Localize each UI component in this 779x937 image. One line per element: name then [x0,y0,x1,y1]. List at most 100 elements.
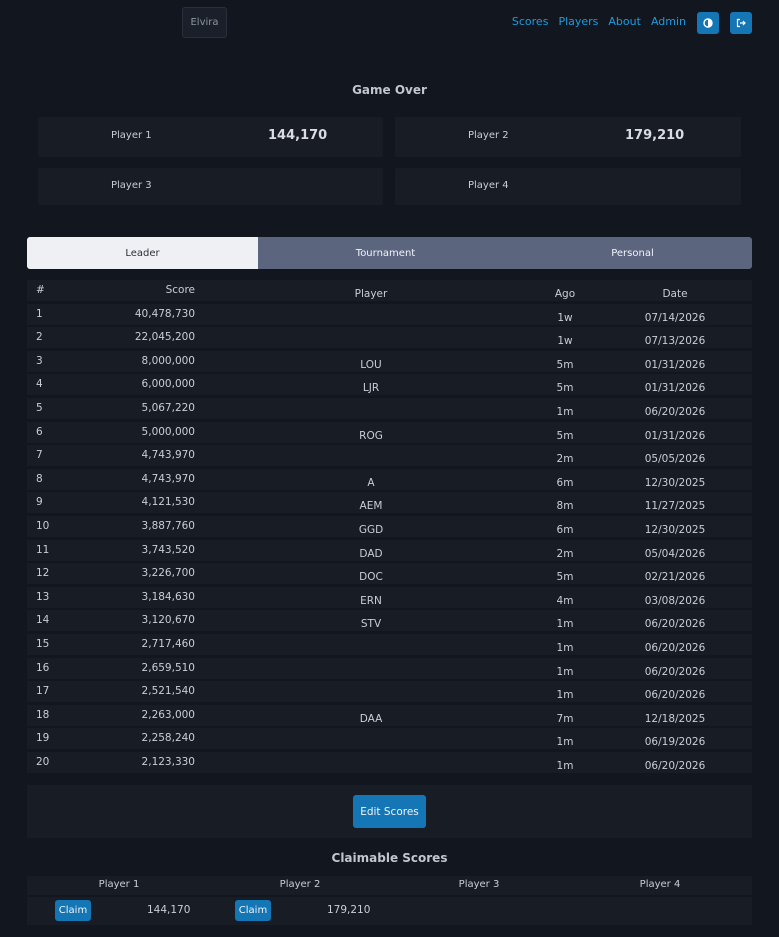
table-row: 13 3,184,630 ERN 4m 03/08/2026 [27,586,752,608]
player-name: Player 1 [111,130,152,141]
row-rank: 10 [36,519,50,532]
row-rank: 15 [36,637,50,650]
table-row: 14 3,120,670 STV 1m 06/20/2026 [27,610,752,632]
row-date: 11/27/2025 [644,500,706,513]
nav-players[interactable]: Players [558,15,598,28]
row-ago: 5m [556,358,574,371]
row-score: 3,226,700 [141,567,195,580]
row-score: 2,521,540 [141,685,195,698]
row-score: 2,258,240 [141,732,195,745]
row-rank: 9 [36,496,43,509]
row-ago: 5m [556,429,574,442]
row-ago: 2m [556,453,574,466]
row-ago: 1w [557,335,573,348]
row-score: 3,184,630 [141,590,195,603]
row-rank: 17 [36,685,50,698]
table-row: 7 4,743,970 2m 05/05/2026 [27,445,752,467]
row-score: 2,717,460 [141,637,195,650]
leaderboard-table: # Score Player Ago Date 1 40,478,730 1w 07/… [27,280,752,775]
row-date: 02/21/2026 [644,571,706,584]
row-date: 06/20/2026 [644,689,706,702]
row-date: 06/20/2026 [644,759,706,772]
row-date: 12/30/2025 [644,523,706,536]
row-ago: 1m [556,618,574,631]
row-score: 3,120,670 [141,614,195,627]
table-row: 2 22,045,200 1w 07/13/2026 [27,327,752,349]
header-ago: Ago [554,288,576,300]
main-nav: Scores Players About Admin [512,15,686,28]
edit-scores-button[interactable]: Edit Scores [353,795,426,828]
row-date: 07/14/2026 [644,311,706,324]
row-date: 06/20/2026 [644,641,706,654]
row-player: ERN [360,594,382,607]
row-rank: 16 [36,661,50,674]
row-date: 06/20/2026 [644,405,706,418]
machine-label[interactable]: Elvira [182,7,227,38]
tab-personal[interactable]: Personal [513,237,752,269]
claimable-header-row: Player 1 Player 2 Player 3 Player 4 [27,876,752,895]
row-ago: 1w [557,311,573,324]
claim-header-player-4: Player 4 [639,879,681,890]
player-name: Player 2 [468,130,509,141]
theme-toggle-button[interactable] [697,12,719,34]
row-rank: 11 [36,543,50,556]
logout-button[interactable] [730,12,752,34]
tab-leader[interactable]: Leader [27,237,258,269]
table-row: 12 3,226,700 DOC 5m 02/21/2026 [27,563,752,585]
player-card: Player 3 [38,168,383,205]
claim-score-player-2: 179,210 [327,904,371,916]
nav-scores[interactable]: Scores [512,15,549,28]
claim-header-player-3: Player 3 [458,879,500,890]
row-rank: 1 [36,307,43,320]
player-name: Player 4 [468,180,509,191]
row-score: 3,887,760 [141,519,195,532]
table-row: 15 2,717,460 1m 06/20/2026 [27,633,752,655]
row-rank: 3 [36,354,43,367]
player-card: Player 2 179,210 [395,117,741,157]
claim-button-player-2[interactable]: Claim [235,900,271,921]
row-ago: 7m [556,712,574,725]
row-score: 5,067,220 [141,401,195,414]
row-score: 8,000,000 [141,354,195,367]
header-date: Date [662,288,688,300]
table-row: 3 8,000,000 LOU 5m 01/31/2026 [27,350,752,372]
table-row: 10 3,887,760 GGD 6m 12/30/2025 [27,515,752,537]
row-date: 06/20/2026 [644,665,706,678]
table-row: 1 40,478,730 1w 07/14/2026 [27,303,752,325]
table-row: 11 3,743,520 DAD 2m 05/04/2026 [27,539,752,561]
table-row: 4 6,000,000 LJR 5m 01/31/2026 [27,374,752,396]
row-rank: 5 [36,401,43,414]
claimable-title: Claimable Scores [331,851,448,865]
claim-button-player-1[interactable]: Claim [55,900,91,921]
row-rank: 13 [36,590,50,603]
header-score: Score [165,284,195,296]
row-score: 6,000,000 [141,378,195,391]
row-date: 03/08/2026 [644,594,706,607]
row-score: 2,263,000 [141,708,195,721]
row-rank: 20 [36,755,50,768]
row-ago: 1m [556,665,574,678]
table-row: 17 2,521,540 1m 06/20/2026 [27,681,752,703]
nav-about[interactable]: About [608,15,641,28]
table-row: 5 5,067,220 1m 06/20/2026 [27,397,752,419]
row-ago: 6m [556,476,574,489]
row-rank: 14 [36,614,50,627]
table-row: 19 2,258,240 1m 06/19/2026 [27,728,752,750]
row-date: 05/05/2026 [644,453,706,466]
row-date: 12/18/2025 [644,712,706,725]
row-date: 06/20/2026 [644,618,706,631]
score-tabs: Leader Tournament Personal [27,237,752,269]
claim-header-player-2: Player 2 [279,879,321,890]
row-date: 12/30/2025 [644,476,706,489]
nav-admin[interactable]: Admin [651,15,686,28]
table-row: 20 2,123,330 1m 06/20/2026 [27,751,752,773]
row-rank: 2 [36,331,43,344]
row-score: 4,743,970 [141,472,195,485]
row-rank: 12 [36,567,50,580]
logout-icon [736,18,746,28]
row-score: 4,121,530 [141,496,195,509]
row-ago: 5m [556,571,574,584]
claim-score-player-1: 144,170 [147,904,191,916]
row-rank: 18 [36,708,50,721]
tab-tournament[interactable]: Tournament [258,237,513,269]
